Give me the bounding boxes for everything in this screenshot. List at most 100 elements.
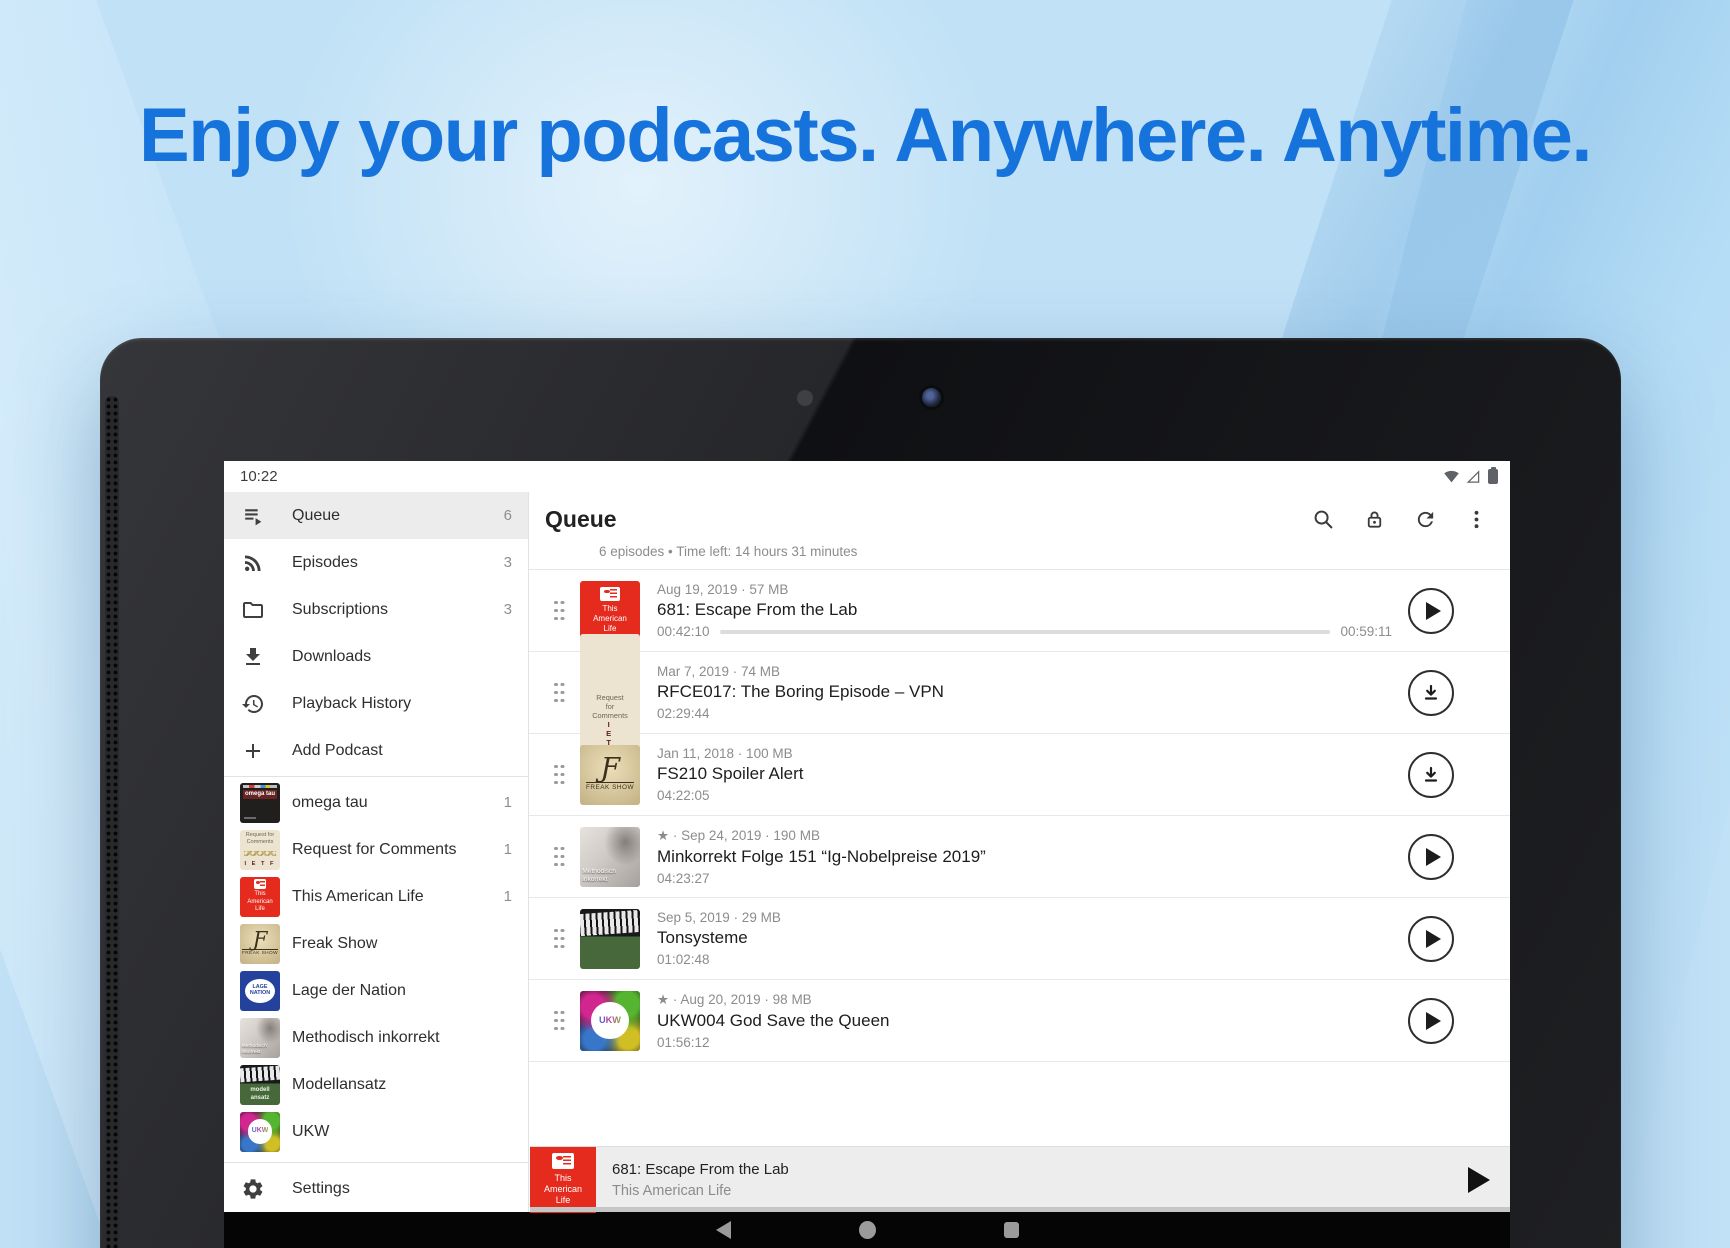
episode-artwork: Methodisch inkorrekt [580,827,640,887]
back-icon[interactable] [716,1221,731,1239]
drag-handle-icon[interactable] [541,765,577,785]
episode-duration: 04:23:27 [657,871,1392,886]
podcast-title: Request for Comments [292,841,504,859]
episode-row[interactable]: Methodisch inkorrekt ★ · Sep 24, 2019 · … [529,816,1510,898]
sidebar-podcast-omega-tau[interactable]: omega tau omega tau 1 [224,779,528,826]
recents-icon[interactable] [1004,1222,1019,1238]
episode-meta: Aug 19, 2019 · 57 MB [657,582,1392,597]
mini-player-subtitle: This American Life [612,1183,789,1199]
play-button[interactable] [1408,834,1454,880]
podcast-title: This American Life [292,888,504,906]
podcast-count: 1 [504,794,512,811]
drag-handle-icon[interactable] [541,601,577,621]
episode-progress: 00:42:10 00:59:11 [657,624,1392,639]
mini-player[interactable]: This American Life 681: Escape From the … [530,1146,1510,1212]
podcast-artwork: omega tau [240,783,280,823]
episode-duration: 01:56:12 [657,1035,1392,1050]
front-camera-lens [922,388,941,407]
podcast-artwork: UKW [240,1112,280,1152]
light-sensor-dot [797,390,813,406]
play-button[interactable] [1408,588,1454,634]
episode-total: 00:59:11 [1340,624,1392,639]
episode-row[interactable]: modell ansatz Sep 5, 2019 · 29 MB Tonsys… [529,898,1510,980]
speaker-grille [105,396,119,1248]
home-icon[interactable] [859,1221,876,1239]
podcast-title: Lage der Nation [292,982,512,1000]
search-icon[interactable] [1311,507,1335,531]
sidebar-item-count: 3 [504,601,512,618]
drag-handle-icon[interactable] [541,847,577,867]
hero-headline: Enjoy your podcasts. Anywhere. Anytime. [0,92,1730,179]
overflow-menu-icon[interactable] [1464,507,1488,531]
sidebar-item-label: Episodes [292,554,504,572]
drag-handle-icon[interactable] [541,929,577,949]
sidebar-podcast-modellansatz[interactable]: modell ansatz Modellansatz [224,1061,528,1108]
cellular-signal-icon [1465,469,1481,484]
podcast-artwork: ƑFREAK SHOW [240,924,280,964]
podcast-artwork: LAGE NATION [240,971,280,1011]
sidebar-podcast-ukw[interactable]: UKW UKW [224,1108,528,1155]
refresh-icon[interactable] [1413,507,1437,531]
sidebar-item-queue[interactable]: Queue 6 [224,492,528,539]
sidebar-item-add-podcast[interactable]: Add Podcast [224,727,528,774]
sidebar-item-label: Playback History [292,695,512,713]
sidebar: Queue 6 Episodes 3 Subscriptions 3 [224,492,529,1212]
tablet-device: 10:22 Queue 6 [100,338,1621,1248]
episode-row[interactable]: This American Life Aug 19, 2019 · 57 MB … [529,570,1510,652]
episode-duration: 02:29:44 [657,706,1392,721]
play-icon[interactable] [1468,1167,1490,1193]
episode-meta: Jan 11, 2018 · 100 MB [657,746,1392,761]
status-icons [1443,469,1498,484]
episode-meta: Sep 5, 2019 · 29 MB [657,910,1392,925]
download-button[interactable] [1408,670,1454,716]
play-button[interactable] [1408,916,1454,962]
sidebar-podcast-this-american-life[interactable]: This American Life This American Life 1 [224,873,528,920]
queue-panel: Queue [529,492,1510,1212]
episode-title: FS210 Spoiler Alert [657,764,1392,784]
episode-row[interactable]: ƑFREAK SHOW Jan 11, 2018 · 100 MB FS210 … [529,734,1510,816]
episode-duration: 04:22:05 [657,788,1392,803]
episode-title: UKW004 God Save the Queen [657,1011,1392,1031]
sidebar-item-downloads[interactable]: Downloads [224,633,528,680]
episode-meta: ★ · Aug 20, 2019 · 98 MB [657,992,1392,1008]
sidebar-item-playback-history[interactable]: Playback History [224,680,528,727]
podcast-count: 1 [504,841,512,858]
podcast-artwork: Request for CommentsI E T F [240,830,280,870]
episode-artwork: UKW [580,991,640,1051]
status-bar: 10:22 [224,461,1510,492]
sidebar-podcast-request-for-comments[interactable]: Request for CommentsI E T F Request for … [224,826,528,873]
status-time: 10:22 [240,468,278,485]
episode-row[interactable]: Request for CommentsI E T F Mar 7, 2019 … [529,652,1510,734]
drag-handle-icon[interactable] [541,683,577,703]
sidebar-podcast-lage-der-nation[interactable]: LAGE NATION Lage der Nation [224,967,528,1014]
sidebar-item-label: Queue [292,507,504,525]
history-icon [240,692,266,716]
sidebar-item-label: Downloads [292,648,512,666]
sidebar-item-subscriptions[interactable]: Subscriptions 3 [224,586,528,633]
episode-row[interactable]: UKW ★ · Aug 20, 2019 · 98 MB UKW004 God … [529,980,1510,1062]
podcast-artwork: modell ansatz [240,1065,280,1105]
episode-elapsed: 00:42:10 [657,624,710,639]
android-nav-bar [224,1212,1510,1248]
episode-artwork: modell ansatz [580,909,640,969]
plus-icon [240,739,266,763]
sidebar-item-label: Add Podcast [292,742,512,760]
drag-handle-icon[interactable] [541,1011,577,1031]
podcast-title: UKW [292,1123,512,1141]
podcast-title: Modellansatz [292,1076,512,1094]
sidebar-podcast-methodisch-inkorrekt[interactable]: Methodisch inkorrekt Methodisch inkorrek… [224,1014,528,1061]
sidebar-item-episodes[interactable]: Episodes 3 [224,539,528,586]
sidebar-item-count: 3 [504,554,512,571]
play-button[interactable] [1408,998,1454,1044]
episode-title: RFCE017: The Boring Episode – VPN [657,682,1392,702]
sidebar-item-settings[interactable]: Settings [224,1165,528,1212]
toolbar: Queue [529,492,1510,542]
download-button[interactable] [1408,752,1454,798]
queue-summary: 6 episodes • Time left: 14 hours 31 minu… [529,542,1510,569]
sidebar-item-count: 6 [504,507,512,524]
sidebar-podcast-freak-show[interactable]: ƑFREAK SHOW Freak Show [224,920,528,967]
episode-title: Minkorrekt Folge 151 “Ig-Nobelpreise 201… [657,847,1392,867]
sidebar-item-label: Subscriptions [292,601,504,619]
lock-icon[interactable] [1362,507,1386,531]
rss-feed-icon [240,551,266,575]
